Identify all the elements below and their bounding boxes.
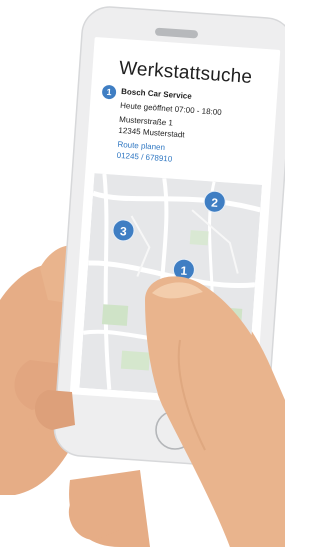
workshop-name[interactable]: Bosch Car Service xyxy=(121,87,192,101)
page-title: Werkstattsuche xyxy=(118,57,253,88)
scene: Werkstattsuche 1 Bosch Car Service Heute… xyxy=(0,0,285,547)
route-link[interactable]: Route planen xyxy=(117,140,165,152)
phone-link[interactable]: 01245 / 678910 xyxy=(116,151,172,164)
address-city: 12345 Musterstadt xyxy=(118,125,185,140)
phone-screen: Werkstattsuche 1 Bosch Car Service Heute… xyxy=(79,50,271,400)
result-number-badge: 1 xyxy=(101,84,117,100)
map-streets xyxy=(79,173,263,400)
map[interactable]: 2 3 1 xyxy=(79,173,263,400)
opening-hours: Heute geöffnet 07:00 - 18:00 xyxy=(119,100,222,117)
